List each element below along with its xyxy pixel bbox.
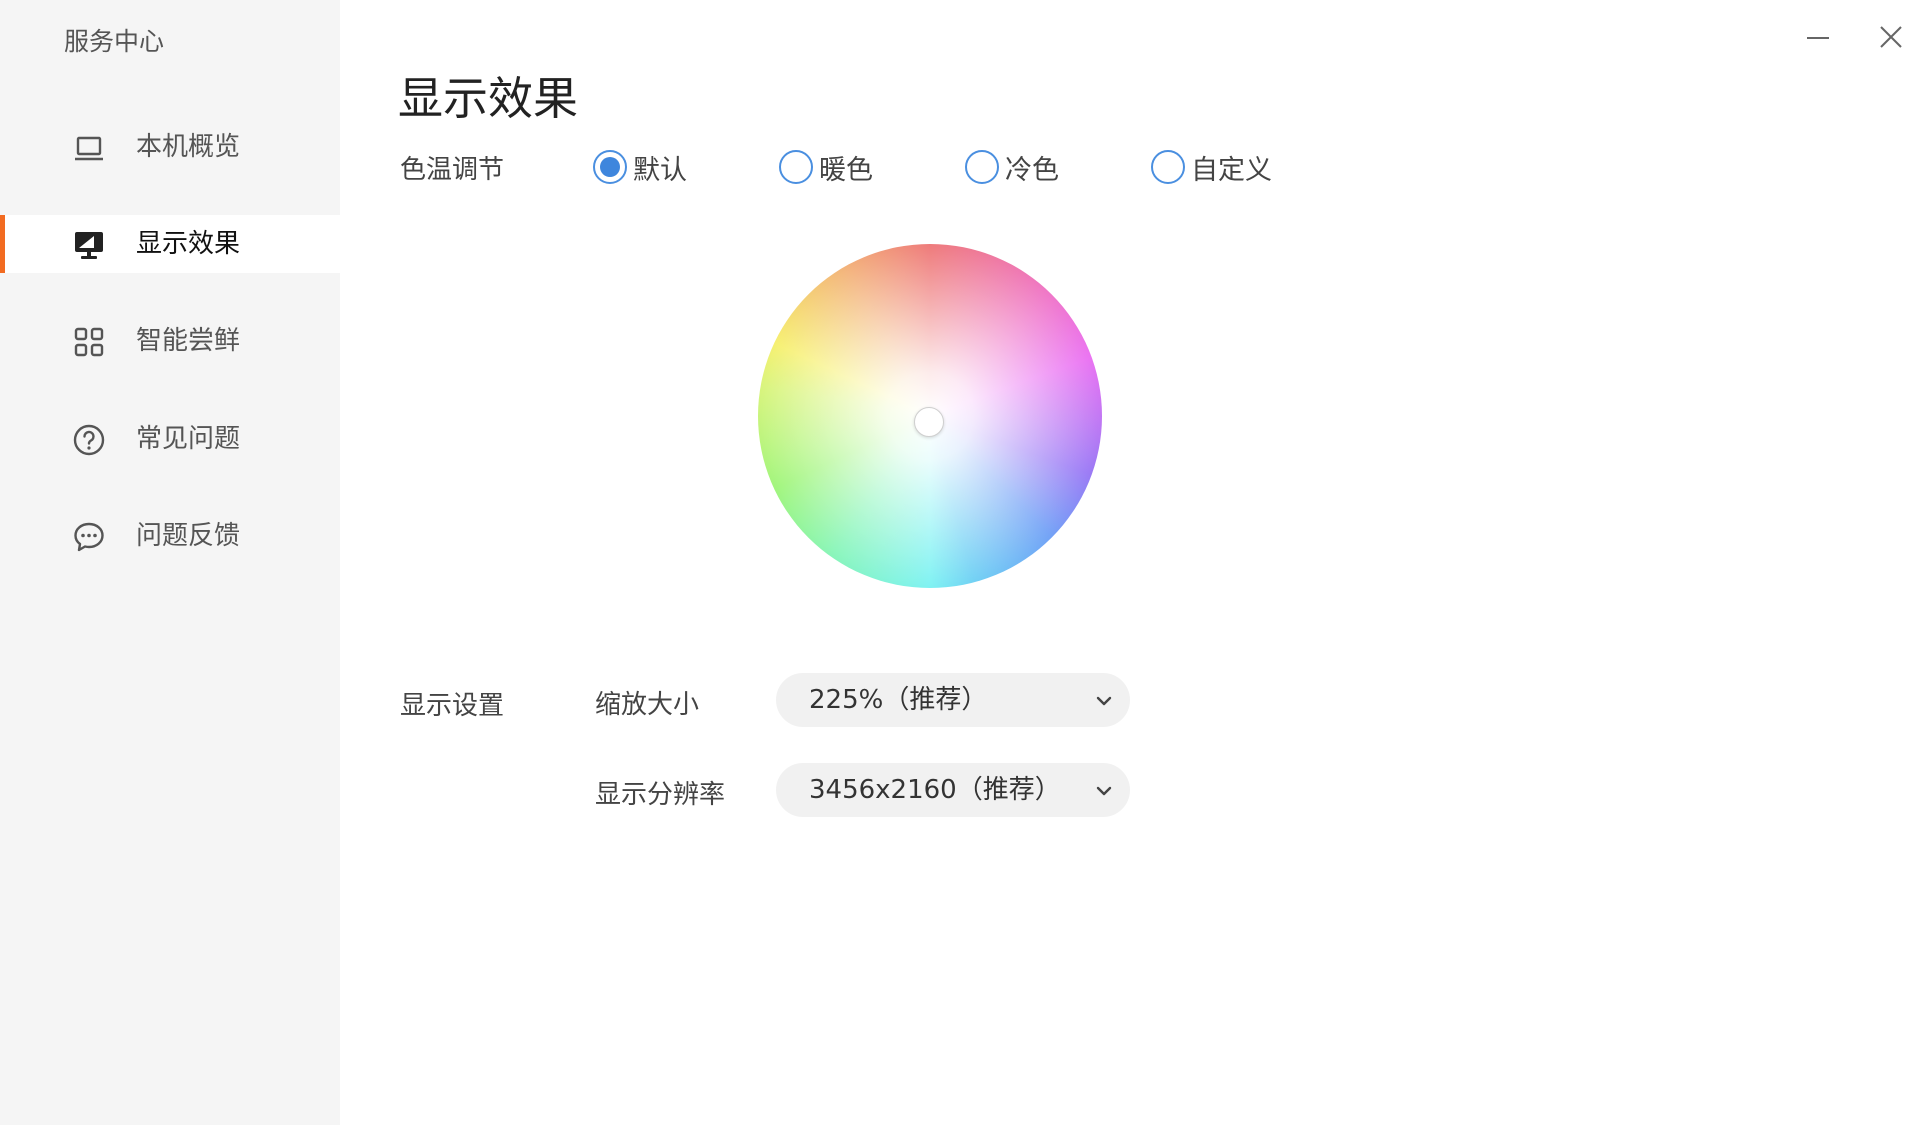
- scale-label: 缩放大小: [595, 690, 700, 720]
- radio-warm[interactable]: 暖色: [779, 147, 873, 187]
- app-title: 服务中心: [64, 27, 165, 56]
- help-circle-icon: [72, 423, 106, 457]
- radio-label: 暖色: [819, 154, 873, 186]
- radio-circle: [965, 150, 999, 184]
- radio-label: 冷色: [1005, 154, 1059, 186]
- monitor-icon: [72, 228, 106, 262]
- chevron-down-icon: [1096, 696, 1112, 706]
- color-wheel[interactable]: [758, 244, 1102, 588]
- radio-circle: [779, 150, 813, 184]
- resolution-label: 显示分辨率: [595, 780, 726, 810]
- radio-circle: [1151, 150, 1185, 184]
- sidebar-item-label: 显示效果: [136, 229, 241, 259]
- sidebar-item-label: 智能尝鲜: [136, 326, 241, 356]
- radio-cool[interactable]: 冷色: [965, 147, 1059, 187]
- display-settings-label: 显示设置: [400, 691, 505, 721]
- laptop-icon: [72, 131, 106, 165]
- sidebar-item-label: 问题反馈: [136, 521, 241, 551]
- color-temp-label: 色温调节: [400, 155, 505, 185]
- service-center-window: 服务中心 本机概览 显示效果 智能尝鲜 常见问题 问题反馈 显示效果 色温调节 …: [0, 0, 1920, 1125]
- sidebar-item-display[interactable]: 显示效果: [0, 215, 340, 273]
- grid-icon: [72, 325, 106, 359]
- chat-bubble-icon: [72, 520, 106, 554]
- sidebar: 服务中心 本机概览 显示效果 智能尝鲜 常见问题 问题反馈: [0, 0, 340, 1125]
- sidebar-item-overview[interactable]: 本机概览: [0, 118, 340, 176]
- resolution-select[interactable]: 3456x2160（推荐）: [776, 763, 1130, 817]
- scale-select-value: 225%（推荐）: [809, 685, 988, 715]
- radio-label: 默认: [633, 154, 687, 186]
- chevron-down-icon: [1096, 786, 1112, 796]
- minimize-button[interactable]: [1803, 22, 1833, 52]
- sidebar-item-label: 常见问题: [136, 424, 241, 454]
- color-wheel-handle[interactable]: [914, 407, 944, 437]
- sidebar-item-feedback[interactable]: 问题反馈: [0, 507, 340, 565]
- sidebar-item-faq[interactable]: 常见问题: [0, 410, 340, 468]
- scale-select[interactable]: 225%（推荐）: [776, 673, 1130, 727]
- resolution-select-value: 3456x2160（推荐）: [809, 775, 1061, 805]
- sidebar-item-smart-trial[interactable]: 智能尝鲜: [0, 312, 340, 370]
- close-icon: [1880, 26, 1902, 48]
- close-button[interactable]: [1876, 22, 1906, 52]
- radio-default[interactable]: 默认: [593, 147, 687, 187]
- minimize-icon: [1807, 37, 1829, 39]
- sidebar-item-label: 本机概览: [136, 132, 241, 162]
- radio-label: 自定义: [1191, 154, 1272, 186]
- page-title: 显示效果: [398, 72, 579, 125]
- radio-custom[interactable]: 自定义: [1151, 147, 1272, 187]
- radio-circle: [593, 150, 627, 184]
- radio-dot: [600, 157, 620, 177]
